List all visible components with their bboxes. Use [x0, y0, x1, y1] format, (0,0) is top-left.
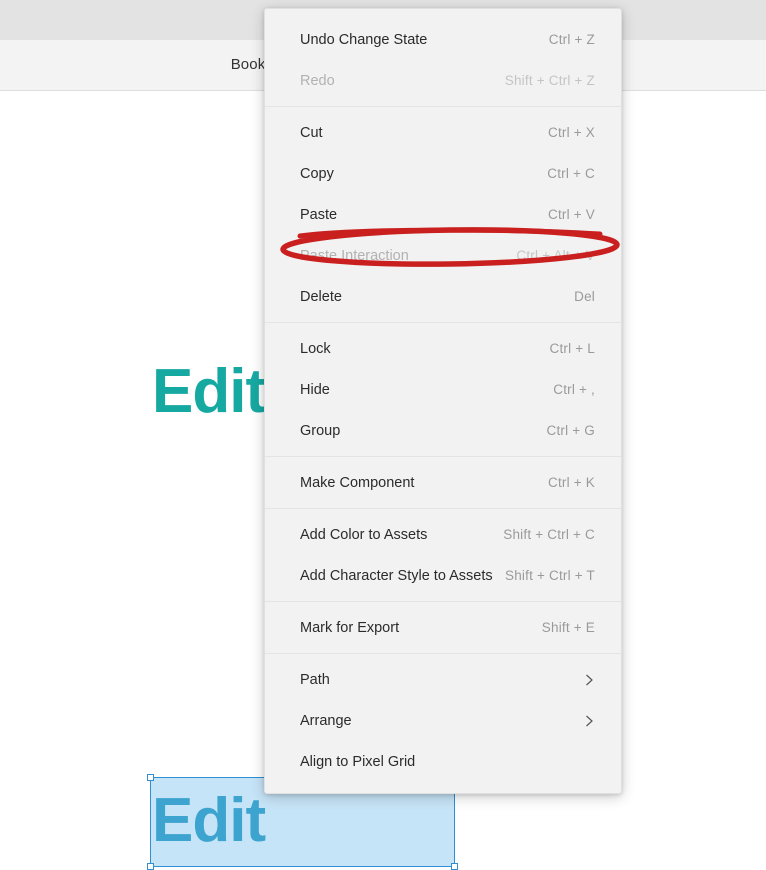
chevron-right-icon — [586, 715, 593, 726]
menu-item-paste-interaction: Paste Interaction Ctrl + Alt + V — [265, 235, 621, 276]
menu-separator — [265, 456, 621, 457]
chevron-right-icon — [586, 674, 593, 685]
menu-item-lock[interactable]: Lock Ctrl + L — [265, 328, 621, 369]
menu-item-redo: Redo Shift + Ctrl + Z — [265, 60, 621, 101]
menu-item-copy[interactable]: Copy Ctrl + C — [265, 153, 621, 194]
menu-separator — [265, 601, 621, 602]
menu-item-label: Add Character Style to Assets — [300, 567, 493, 584]
menu-item-label: Redo — [300, 72, 335, 89]
menu-item-shortcut: Ctrl + , — [553, 382, 595, 397]
menu-item-label: Add Color to Assets — [300, 526, 428, 543]
menu-item-arrange[interactable]: Arrange — [265, 700, 621, 741]
menu-item-shortcut: Ctrl + L — [549, 341, 595, 356]
menu-item-label: Group — [300, 422, 341, 439]
menu-item-delete[interactable]: Delete Del — [265, 276, 621, 317]
menu-item-align-to-pixel-grid[interactable]: Align to Pixel Grid — [265, 741, 621, 782]
menu-item-shortcut: Shift + Ctrl + T — [505, 568, 595, 583]
menu-item-shortcut: Ctrl + G — [546, 423, 595, 438]
menu-item-paste[interactable]: Paste Ctrl + V — [265, 194, 621, 235]
menu-separator — [265, 653, 621, 654]
menu-item-shortcut: Ctrl + C — [547, 166, 595, 181]
menu-item-add-color-to-assets[interactable]: Add Color to Assets Shift + Ctrl + C — [265, 514, 621, 555]
menu-item-make-component[interactable]: Make Component Ctrl + K — [265, 462, 621, 503]
menu-item-shortcut: Ctrl + X — [548, 125, 595, 140]
menu-item-add-character-style-to-assets[interactable]: Add Character Style to Assets Shift + Ctr… — [265, 555, 621, 596]
menu-item-label: Delete — [300, 288, 342, 305]
menu-item-shortcut: Ctrl + Alt + V — [516, 248, 595, 263]
menu-item-shortcut: Shift + Ctrl + Z — [504, 73, 595, 88]
menu-item-group[interactable]: Group Ctrl + G — [265, 410, 621, 451]
menu-item-label: Align to Pixel Grid — [300, 753, 416, 770]
menu-separator — [265, 106, 621, 107]
menu-item-shortcut: Ctrl + V — [548, 207, 595, 222]
menu-item-shortcut: Shift + Ctrl + C — [503, 527, 595, 542]
menu-item-undo-change-state[interactable]: Undo Change State Ctrl + Z — [265, 19, 621, 60]
menu-item-label: Arrange — [300, 712, 352, 729]
menu-item-hide[interactable]: Hide Ctrl + , — [265, 369, 621, 410]
menu-item-label: Undo Change State — [300, 31, 428, 48]
menu-item-mark-for-export[interactable]: Mark for Export Shift + E — [265, 607, 621, 648]
context-menu[interactable]: Undo Change State Ctrl + Z Redo Shift + Ctr… — [264, 8, 622, 794]
selection-handle-bottom-right[interactable] — [451, 863, 458, 870]
menu-item-label: Hide — [300, 381, 330, 398]
menu-separator — [265, 322, 621, 323]
menu-item-label: Mark for Export — [300, 619, 400, 636]
artboard-text-primary[interactable]: Edit — [152, 361, 266, 423]
menu-item-label: Paste Interaction — [300, 247, 409, 264]
menu-item-label: Lock — [300, 340, 331, 357]
menu-item-label: Paste — [300, 206, 338, 223]
selection-handle-bottom-left[interactable] — [147, 863, 154, 870]
menu-item-shortcut: Ctrl + K — [548, 475, 595, 490]
menu-item-shortcut: Ctrl + Z — [548, 32, 595, 47]
menu-item-label: Cut — [300, 124, 323, 141]
menu-item-path[interactable]: Path — [265, 659, 621, 700]
menu-item-shortcut: Shift + E — [541, 620, 595, 635]
menu-separator — [265, 508, 621, 509]
menu-item-shortcut: Del — [574, 289, 595, 304]
menu-item-cut[interactable]: Cut Ctrl + X — [265, 112, 621, 153]
menu-item-label: Copy — [300, 165, 334, 182]
selection-handle-top-left[interactable] — [147, 774, 154, 781]
menu-item-label: Make Component — [300, 474, 415, 491]
menu-item-label: Path — [300, 671, 330, 688]
